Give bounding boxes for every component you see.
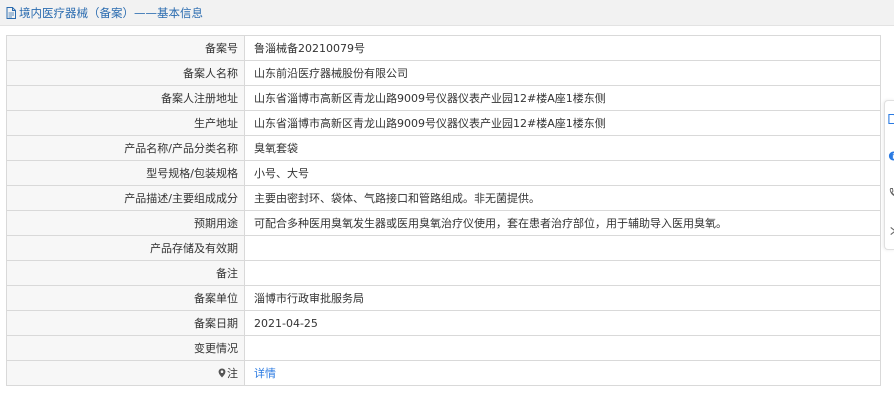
row-label: 备注 <box>6 260 245 286</box>
note-value-cell: 详情 <box>244 360 881 386</box>
row-value: 山东省淄博市高新区青龙山路9009号仪器仪表产业园12#楼A座1楼东侧 <box>244 110 881 136</box>
row-value: 2021-04-25 <box>244 310 881 336</box>
row-label: 产品存储及有效期 <box>6 235 245 261</box>
collapse-arrow-icon[interactable] <box>888 225 894 237</box>
row-value: 山东省淄博市高新区青龙山路9009号仪器仪表产业园12#楼A座1楼东侧 <box>244 85 881 111</box>
table-row: 变更情况 <box>6 335 881 361</box>
info-circle-icon[interactable] <box>888 150 894 162</box>
row-label: 型号规格/包装规格 <box>6 160 245 186</box>
note-label: 注 <box>227 367 238 380</box>
row-label: 备案号 <box>6 35 245 61</box>
row-label: 产品名称/产品分类名称 <box>6 135 245 161</box>
page-header: 境内医疗器械（备案）——基本信息 <box>0 0 894 26</box>
row-value: 山东前沿医疗器械股份有限公司 <box>244 60 881 86</box>
info-table: 备案号 鲁淄械备20210079号 备案人名称 山东前沿医疗器械股份有限公司 备… <box>6 35 881 386</box>
phone-icon[interactable] <box>888 187 894 199</box>
table-row: 产品描述/主要组成成分 主要由密封环、袋体、气路接口和管路组成。非无菌提供。 <box>6 185 881 211</box>
row-label: 备案单位 <box>6 285 245 311</box>
page-title: 境内医疗器械（备案）——基本信息 <box>19 5 203 20</box>
table-row: 备案人注册地址 山东省淄博市高新区青龙山路9009号仪器仪表产业园12#楼A座1… <box>6 85 881 111</box>
row-label: 预期用途 <box>6 210 245 236</box>
document-icon <box>6 6 16 19</box>
row-label: 备案日期 <box>6 310 245 336</box>
row-value <box>244 235 881 261</box>
row-value <box>244 335 881 361</box>
table-row: 生产地址 山东省淄博市高新区青龙山路9009号仪器仪表产业园12#楼A座1楼东侧 <box>6 110 881 136</box>
row-label: 生产地址 <box>6 110 245 136</box>
map-pin-icon <box>218 368 226 378</box>
note-label-cell: 注 <box>6 360 245 386</box>
table-row: 备案日期 2021-04-25 <box>6 310 881 336</box>
row-label: 备案人名称 <box>6 60 245 86</box>
row-value: 可配合多种医用臭氧发生器或医用臭氧治疗仪使用，套在患者治疗部位，用于辅助导入医用… <box>244 210 881 236</box>
table-row: 备案号 鲁淄械备20210079号 <box>6 35 881 61</box>
detail-link[interactable]: 详情 <box>254 367 276 380</box>
row-value: 淄博市行政审批服务局 <box>244 285 881 311</box>
side-toolbar <box>884 100 894 250</box>
table-row: 备案单位 淄博市行政审批服务局 <box>6 285 881 311</box>
row-label: 产品描述/主要组成成分 <box>6 185 245 211</box>
row-value: 鲁淄械备20210079号 <box>244 35 881 61</box>
row-value: 主要由密封环、袋体、气路接口和管路组成。非无菌提供。 <box>244 185 881 211</box>
table-row: 预期用途 可配合多种医用臭氧发生器或医用臭氧治疗仪使用，套在患者治疗部位，用于辅… <box>6 210 881 236</box>
table-row: 备案人名称 山东前沿医疗器械股份有限公司 <box>6 60 881 86</box>
row-value: 臭氧套袋 <box>244 135 881 161</box>
row-value: 小号、大号 <box>244 160 881 186</box>
table-row: 型号规格/包装规格 小号、大号 <box>6 160 881 186</box>
row-label: 备案人注册地址 <box>6 85 245 111</box>
row-value <box>244 260 881 286</box>
note-row: 注 详情 <box>6 360 881 386</box>
table-row: 产品名称/产品分类名称 臭氧套袋 <box>6 135 881 161</box>
row-label: 变更情况 <box>6 335 245 361</box>
table-row: 备注 <box>6 260 881 286</box>
table-row: 产品存储及有效期 <box>6 235 881 261</box>
document-icon[interactable] <box>888 113 894 125</box>
